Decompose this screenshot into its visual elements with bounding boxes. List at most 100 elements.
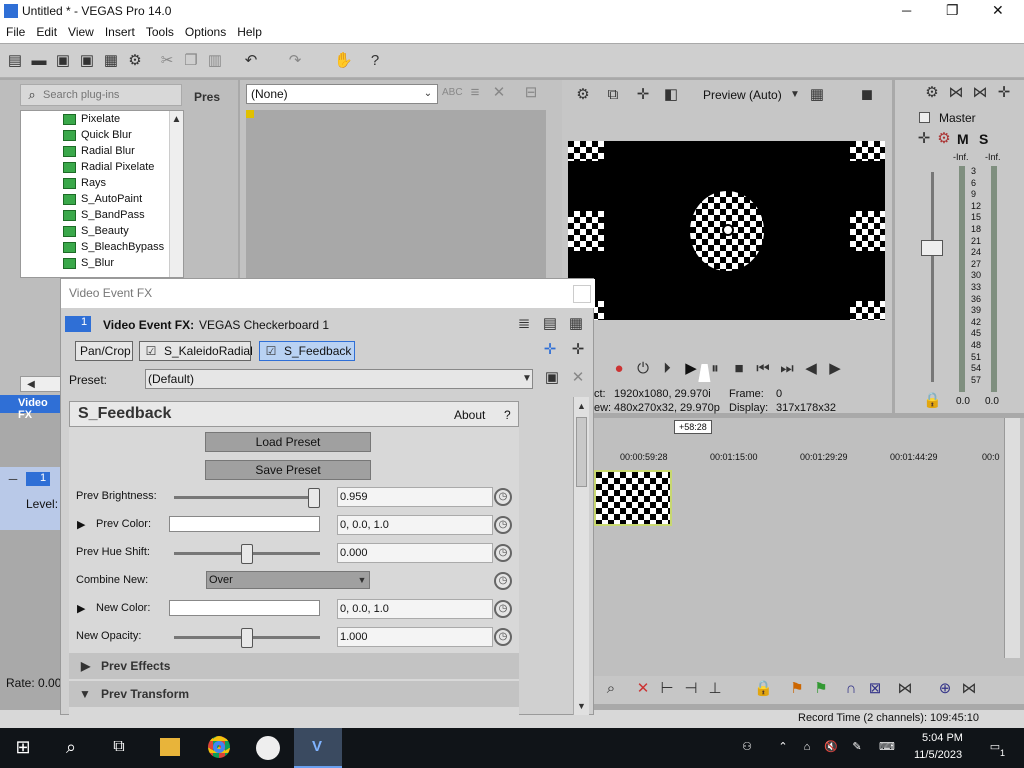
slider-knob[interactable]: [308, 488, 320, 508]
media-player-icon[interactable]: [256, 736, 280, 760]
checkbox-checked-icon[interactable]: ☑: [262, 342, 280, 360]
pan-icon[interactable]: ✛: [915, 130, 933, 148]
collapse-icon[interactable]: ⋈: [947, 84, 965, 102]
chevron-down-icon[interactable]: ▼: [786, 86, 804, 104]
clear-icon[interactable]: ✕: [490, 84, 508, 102]
file-explorer-icon[interactable]: [160, 738, 180, 756]
envelope-tool-icon[interactable]: ⋈: [960, 680, 978, 698]
volume-fader[interactable]: [921, 240, 943, 256]
save-snapshot-icon[interactable]: ◼: [858, 86, 876, 104]
checkbox-checked-icon[interactable]: ☑: [142, 342, 160, 360]
tool-icon[interactable]: ✋: [334, 52, 353, 70]
save-preset-icon[interactable]: ▣: [543, 369, 561, 387]
copy-icon[interactable]: ❐: [182, 52, 200, 70]
search-input[interactable]: [43, 87, 178, 103]
list-item[interactable]: S_AutoPaint: [21, 191, 183, 207]
network-icon[interactable]: ⌂: [798, 738, 816, 756]
auto-ripple-icon[interactable]: ⊠: [866, 680, 884, 698]
list-scrollbar[interactable]: [169, 111, 183, 277]
vegas-taskbar-icon[interactable]: V: [294, 728, 342, 768]
split-icon[interactable]: ✛: [634, 86, 652, 104]
new-opacity-slider[interactable]: [174, 628, 320, 648]
trim-end-icon[interactable]: ⊣: [682, 680, 700, 698]
menu-view[interactable]: View: [62, 23, 99, 39]
maximize-button[interactable]: ❐: [946, 2, 959, 19]
list-item[interactable]: Radial Blur: [21, 143, 183, 159]
list-item[interactable]: S_Blur: [21, 255, 183, 271]
overlay-icon[interactable]: ◧: [662, 86, 680, 104]
render-icon[interactable]: ▦: [102, 52, 120, 70]
menu-edit[interactable]: Edit: [30, 23, 62, 39]
close-button[interactable]: ✕: [992, 2, 1004, 19]
menu-options[interactable]: Options: [179, 23, 231, 39]
task-view-icon[interactable]: ⧉: [110, 738, 128, 756]
new-opacity-value[interactable]: 1.000: [337, 627, 493, 647]
tab-video-fx[interactable]: Video FX: [0, 395, 62, 421]
section-prev-transform[interactable]: ▼ Prev Transform: [69, 681, 519, 707]
next-icon[interactable]: ⏭: [778, 360, 796, 378]
scroll-left-icon[interactable]: ◀: [22, 376, 40, 394]
volume-mute-icon[interactable]: 🔇: [822, 738, 840, 756]
redo-icon[interactable]: ↷: [286, 52, 304, 70]
dialog-close-button[interactable]: [573, 285, 591, 303]
record-icon[interactable]: ●: [610, 360, 628, 378]
properties-icon[interactable]: ⚙: [126, 52, 144, 70]
copy-frame-icon[interactable]: ⧉: [604, 86, 622, 104]
new-icon[interactable]: ▤: [6, 52, 24, 70]
time-ruler[interactable]: 00:00:59:28 00:01:15:00 00:01:29:29 00:0…: [594, 448, 1008, 466]
list-item[interactable]: S_BleachBypass: [21, 239, 183, 255]
keyboard-icon[interactable]: ⌨: [878, 738, 896, 756]
save-icon[interactable]: ▣: [54, 52, 72, 70]
snap-icon[interactable]: ∩: [842, 680, 860, 698]
cut-icon[interactable]: ✂: [158, 52, 176, 70]
keyframe-icon[interactable]: ◷: [494, 628, 512, 646]
help-link[interactable]: ?: [504, 408, 511, 422]
video-event-clip[interactable]: [594, 470, 672, 526]
downmix-icon[interactable]: ⋈: [971, 84, 989, 102]
prev-brightness-slider[interactable]: [174, 488, 320, 508]
search-icon[interactable]: ⌕: [62, 738, 80, 756]
list-item[interactable]: S_BandPass: [21, 207, 183, 223]
prev-hue-shift-slider[interactable]: [174, 544, 320, 564]
undo-icon[interactable]: ↶: [242, 52, 260, 70]
remove-plugin-icon[interactable]: ✛: [569, 341, 587, 359]
stop-icon[interactable]: ■: [730, 360, 748, 378]
people-icon[interactable]: ⚇: [738, 738, 756, 756]
chain-item-pan-crop[interactable]: Pan/Crop: [75, 341, 133, 361]
region-icon[interactable]: ⚑: [812, 680, 830, 698]
lock-icon[interactable]: 🔒: [754, 680, 773, 698]
prev-color-swatch[interactable]: [169, 516, 320, 532]
new-color-swatch[interactable]: [169, 600, 320, 616]
next-frame-icon[interactable]: ▶: [826, 360, 844, 378]
keyframe-icon[interactable]: ◷: [494, 572, 512, 590]
preview-quality-select[interactable]: Preview (Auto): [703, 88, 782, 102]
about-link[interactable]: About: [454, 408, 485, 422]
master-toggle[interactable]: [919, 112, 930, 123]
keyframe-icon[interactable]: ◷: [494, 488, 512, 506]
track-header[interactable]: 1 Level: ─: [0, 467, 60, 530]
lock-icon[interactable]: 🔒: [923, 392, 942, 410]
scroll-down-icon[interactable]: ▼: [574, 697, 589, 715]
timeline-area[interactable]: +58:28 00:00:59:28 00:01:15:00 00:01:29:…: [594, 418, 1024, 678]
solo-button[interactable]: S: [979, 131, 988, 147]
menu-file[interactable]: File: [0, 23, 30, 39]
prev-icon[interactable]: ⏮: [754, 360, 772, 378]
combine-new-select[interactable]: Over ▼: [206, 571, 370, 589]
menu-help[interactable]: Help: [231, 23, 267, 39]
list-item[interactable]: Pixelate: [21, 111, 183, 127]
list-item[interactable]: Radial Pixelate: [21, 159, 183, 175]
keyframe-icon[interactable]: ◷: [494, 600, 512, 618]
open-icon[interactable]: ▬: [30, 52, 48, 70]
delete-preset-icon[interactable]: ✕: [569, 369, 587, 387]
loop-icon[interactable]: ⏻: [634, 360, 652, 378]
pin-icon[interactable]: ⊟: [522, 84, 540, 102]
paste-icon[interactable]: ▥: [206, 52, 224, 70]
play-from-start-icon[interactable]: ⏵: [658, 360, 676, 378]
trim-start-icon[interactable]: ⊢: [658, 680, 676, 698]
tray-expand-icon[interactable]: ⌃: [774, 738, 792, 756]
clock-time[interactable]: 5:04 PM: [922, 732, 963, 744]
pen-icon[interactable]: ✎: [848, 738, 866, 756]
grid-icon[interactable]: ▦: [808, 86, 826, 104]
menu-tools[interactable]: Tools: [140, 23, 179, 39]
prev-frame-icon[interactable]: ◀: [802, 360, 820, 378]
